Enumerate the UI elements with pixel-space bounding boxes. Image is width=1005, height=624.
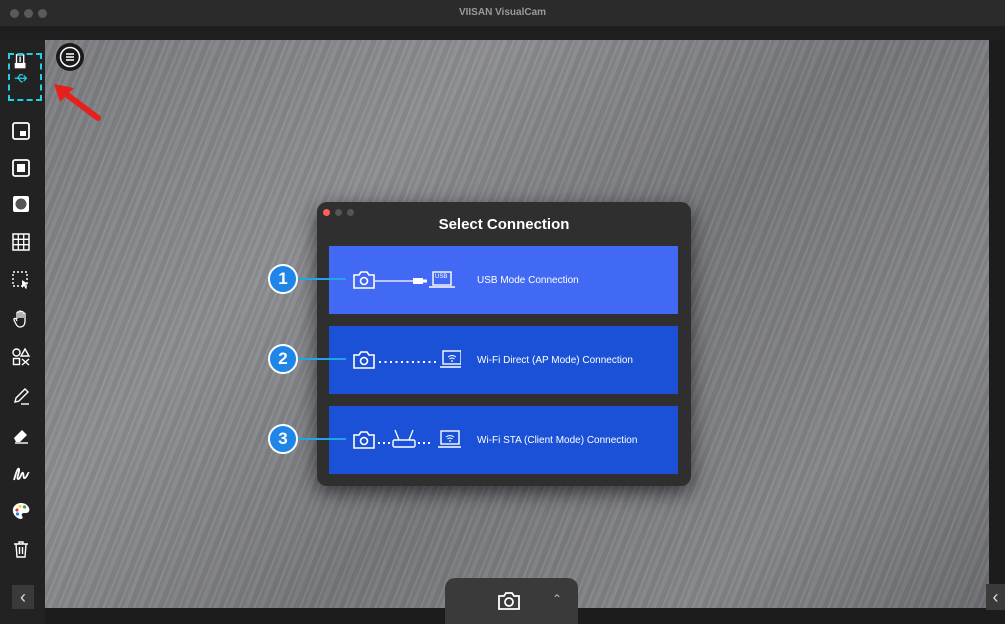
callout-line-1 xyxy=(298,278,346,280)
menu-icon[interactable] xyxy=(56,43,84,71)
eraser-icon[interactable] xyxy=(10,424,32,446)
callout-line-3 xyxy=(298,438,346,440)
shapes-icon[interactable] xyxy=(10,346,32,368)
hand-icon[interactable] xyxy=(10,308,32,330)
wifi-sta-connection-label: Wi-Fi STA (Client Mode) Connection xyxy=(477,434,638,446)
callout-badge-2: 2 xyxy=(268,344,298,374)
usb-mode-connection-button[interactable]: USB USB Mode Connection xyxy=(329,246,678,314)
wifi-sta-connection-button[interactable]: Wi-Fi STA (Client Mode) Connection xyxy=(329,406,678,474)
vignette-icon[interactable] xyxy=(10,193,32,215)
trash-icon[interactable] xyxy=(10,538,32,560)
sidebar xyxy=(0,40,45,624)
signature-icon[interactable] xyxy=(10,462,32,484)
palette-icon[interactable] xyxy=(10,500,32,522)
usb-connection-highlight xyxy=(8,53,42,101)
capture-camera-icon[interactable] xyxy=(496,590,522,617)
callout-badge-1: 1 xyxy=(268,264,298,294)
select-area-icon[interactable] xyxy=(10,269,32,291)
annotation-arrow-icon xyxy=(50,82,102,127)
callout-badge-3: 3 xyxy=(268,424,298,454)
dialog-zoom-button[interactable] xyxy=(347,209,354,216)
dialog-title: Select Connection xyxy=(438,216,570,233)
pip-icon[interactable] xyxy=(10,120,32,142)
top-strip xyxy=(0,26,1005,40)
collapse-sidebar-icon[interactable]: ‹ xyxy=(12,585,34,609)
usb-mode-connection-label: USB Mode Connection xyxy=(477,274,579,286)
window-title: VIISAN VisualCam xyxy=(458,7,547,18)
wifi-direct-connection-label: Wi-Fi Direct (AP Mode) Connection xyxy=(477,354,633,366)
expand-right-panel-icon[interactable]: ‹ xyxy=(986,584,1005,610)
capture-options-chevron-up-icon[interactable]: ⌃ xyxy=(552,592,562,606)
pen-icon[interactable] xyxy=(10,385,32,407)
callout-line-2 xyxy=(298,358,346,360)
usb-device-text: USB xyxy=(435,274,448,280)
title-bar: VIISAN VisualCam xyxy=(0,0,1005,27)
grid-icon[interactable] xyxy=(10,231,32,253)
stop-icon[interactable] xyxy=(10,157,32,179)
dialog-close-button[interactable] xyxy=(323,209,330,216)
select-connection-dialog: Select Connection USB USB Mode Connectio… xyxy=(317,202,691,486)
wifi-direct-connection-button[interactable]: Wi-Fi Direct (AP Mode) Connection xyxy=(329,326,678,394)
dialog-minimize-button[interactable] xyxy=(335,209,342,216)
capture-panel: ⌃ xyxy=(445,578,578,624)
